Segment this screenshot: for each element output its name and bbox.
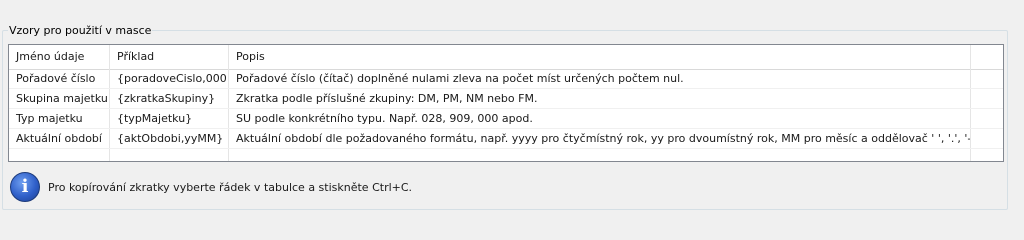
- table-row[interactable]: Aktuální období {aktObdobi,yyMM} Aktuáln…: [9, 129, 1003, 149]
- cell-description: [229, 149, 971, 161]
- cell-example: [110, 149, 229, 161]
- cell-name: Aktuální období: [9, 129, 110, 148]
- cell-example: {zkratkaSkupiny}: [110, 89, 229, 108]
- cell-description: Pořadové číslo (čítač) doplněné nulami z…: [229, 69, 971, 88]
- cell-example: {typMajetku}: [110, 109, 229, 128]
- cell-empty: [971, 129, 1003, 148]
- column-header-name[interactable]: Jméno údaje: [9, 45, 110, 69]
- cell-empty: [971, 69, 1003, 88]
- table-row[interactable]: Pořadové číslo {poradoveCislo,000} Pořad…: [9, 69, 1003, 89]
- info-panel: i Pro kopírování zkratky vyberte řádek v…: [10, 172, 610, 204]
- table-row[interactable]: Typ majetku {typMajetku} SU podle konkré…: [9, 109, 1003, 129]
- column-header-empty: [971, 45, 1003, 69]
- column-header-description[interactable]: Popis: [229, 45, 971, 69]
- column-header-example[interactable]: Příklad: [110, 45, 229, 69]
- groupbox-title: Vzory pro použití v masce: [8, 24, 153, 38]
- cell-example: {aktObdobi,yyMM}: [110, 129, 229, 148]
- patterns-table[interactable]: Jméno údaje Příklad Popis Pořadové číslo…: [8, 44, 1004, 162]
- cell-name: Pořadové číslo: [9, 69, 110, 88]
- cell-example: {poradoveCislo,000}: [110, 69, 229, 88]
- cell-name: Skupina majetku: [9, 89, 110, 108]
- cell-empty: [971, 89, 1003, 108]
- cell-description: Zkratka podle příslušné zkupiny: DM, PM,…: [229, 89, 971, 108]
- table-row[interactable]: Skupina majetku {zkratkaSkupiny} Zkratka…: [9, 89, 1003, 109]
- cell-name: [9, 149, 110, 161]
- cell-empty: [971, 109, 1003, 128]
- table-row-empty[interactable]: [9, 149, 1003, 161]
- cell-description: SU podle konkrétního typu. Např. 028, 90…: [229, 109, 971, 128]
- cell-name: Typ majetku: [9, 109, 110, 128]
- right-edge: [1007, 0, 1024, 226]
- info-icon: i: [10, 172, 40, 202]
- table-header: Jméno údaje Příklad Popis: [9, 45, 1003, 70]
- cell-description: Aktuální období dle požadovaného formátu…: [229, 129, 971, 148]
- cell-empty: [971, 149, 1003, 161]
- info-text: Pro kopírování zkratky vyberte řádek v t…: [48, 181, 413, 194]
